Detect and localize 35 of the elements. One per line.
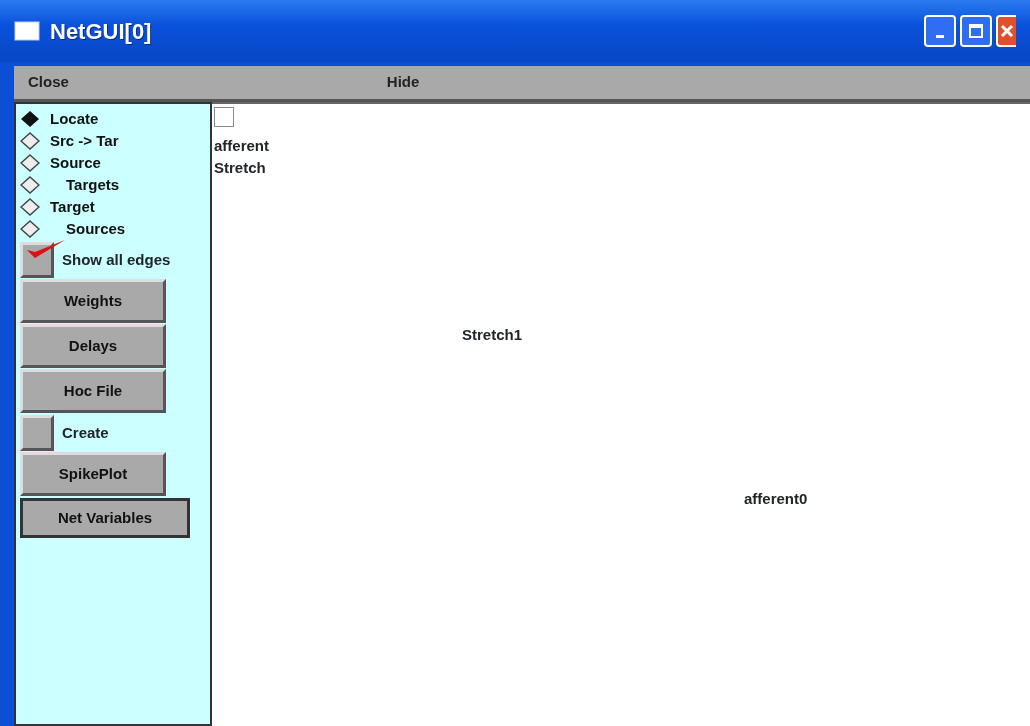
minimize-icon [936,34,944,38]
radio-label[interactable]: Src -> Tar [50,129,119,153]
radio-diamond-icon[interactable] [20,132,40,150]
menu-item[interactable]: Hide [386,71,420,94]
checkbox-label[interactable]: Create [62,421,109,445]
menu-item[interactable]: Close [28,71,69,94]
checkbox[interactable] [20,415,54,451]
radio-label[interactable]: Source [50,151,101,175]
node-label[interactable]: afferent Stretch [214,135,269,179]
canvas-checkbox[interactable] [214,107,234,127]
button[interactable]: Hoc File [20,369,166,413]
radio-diamond-icon[interactable] [20,176,40,194]
radio-label[interactable]: Sources [66,217,126,241]
maximize-icon [968,23,984,39]
window-title: NetGUI[0] [50,17,152,46]
radio-diamond-icon[interactable] [20,220,40,238]
button[interactable]: Net Variables [20,498,190,538]
maximize-button[interactable] [960,15,992,47]
button[interactable]: SpikePlot [20,452,166,496]
radio-diamond-icon[interactable] [20,198,40,216]
checkbox[interactable] [20,242,54,278]
button[interactable]: Delays [20,324,166,368]
close-button[interactable] [996,15,1016,47]
radio-diamond-icon[interactable] [20,110,40,128]
button[interactable]: Weights [20,279,166,323]
minimize-button[interactable] [924,15,956,47]
radio-label[interactable]: Targets [66,173,120,197]
radio-diamond-icon[interactable] [20,154,40,172]
radio-label[interactable]: Locate [50,107,99,131]
node-label[interactable]: Stretch1 [462,324,523,346]
close-icon [999,23,1015,39]
node-label[interactable]: afferent0 [744,488,808,510]
window-icon [14,21,40,41]
radio-label[interactable]: Target [50,195,95,219]
checkbox-label[interactable]: Show all edges [62,248,171,272]
